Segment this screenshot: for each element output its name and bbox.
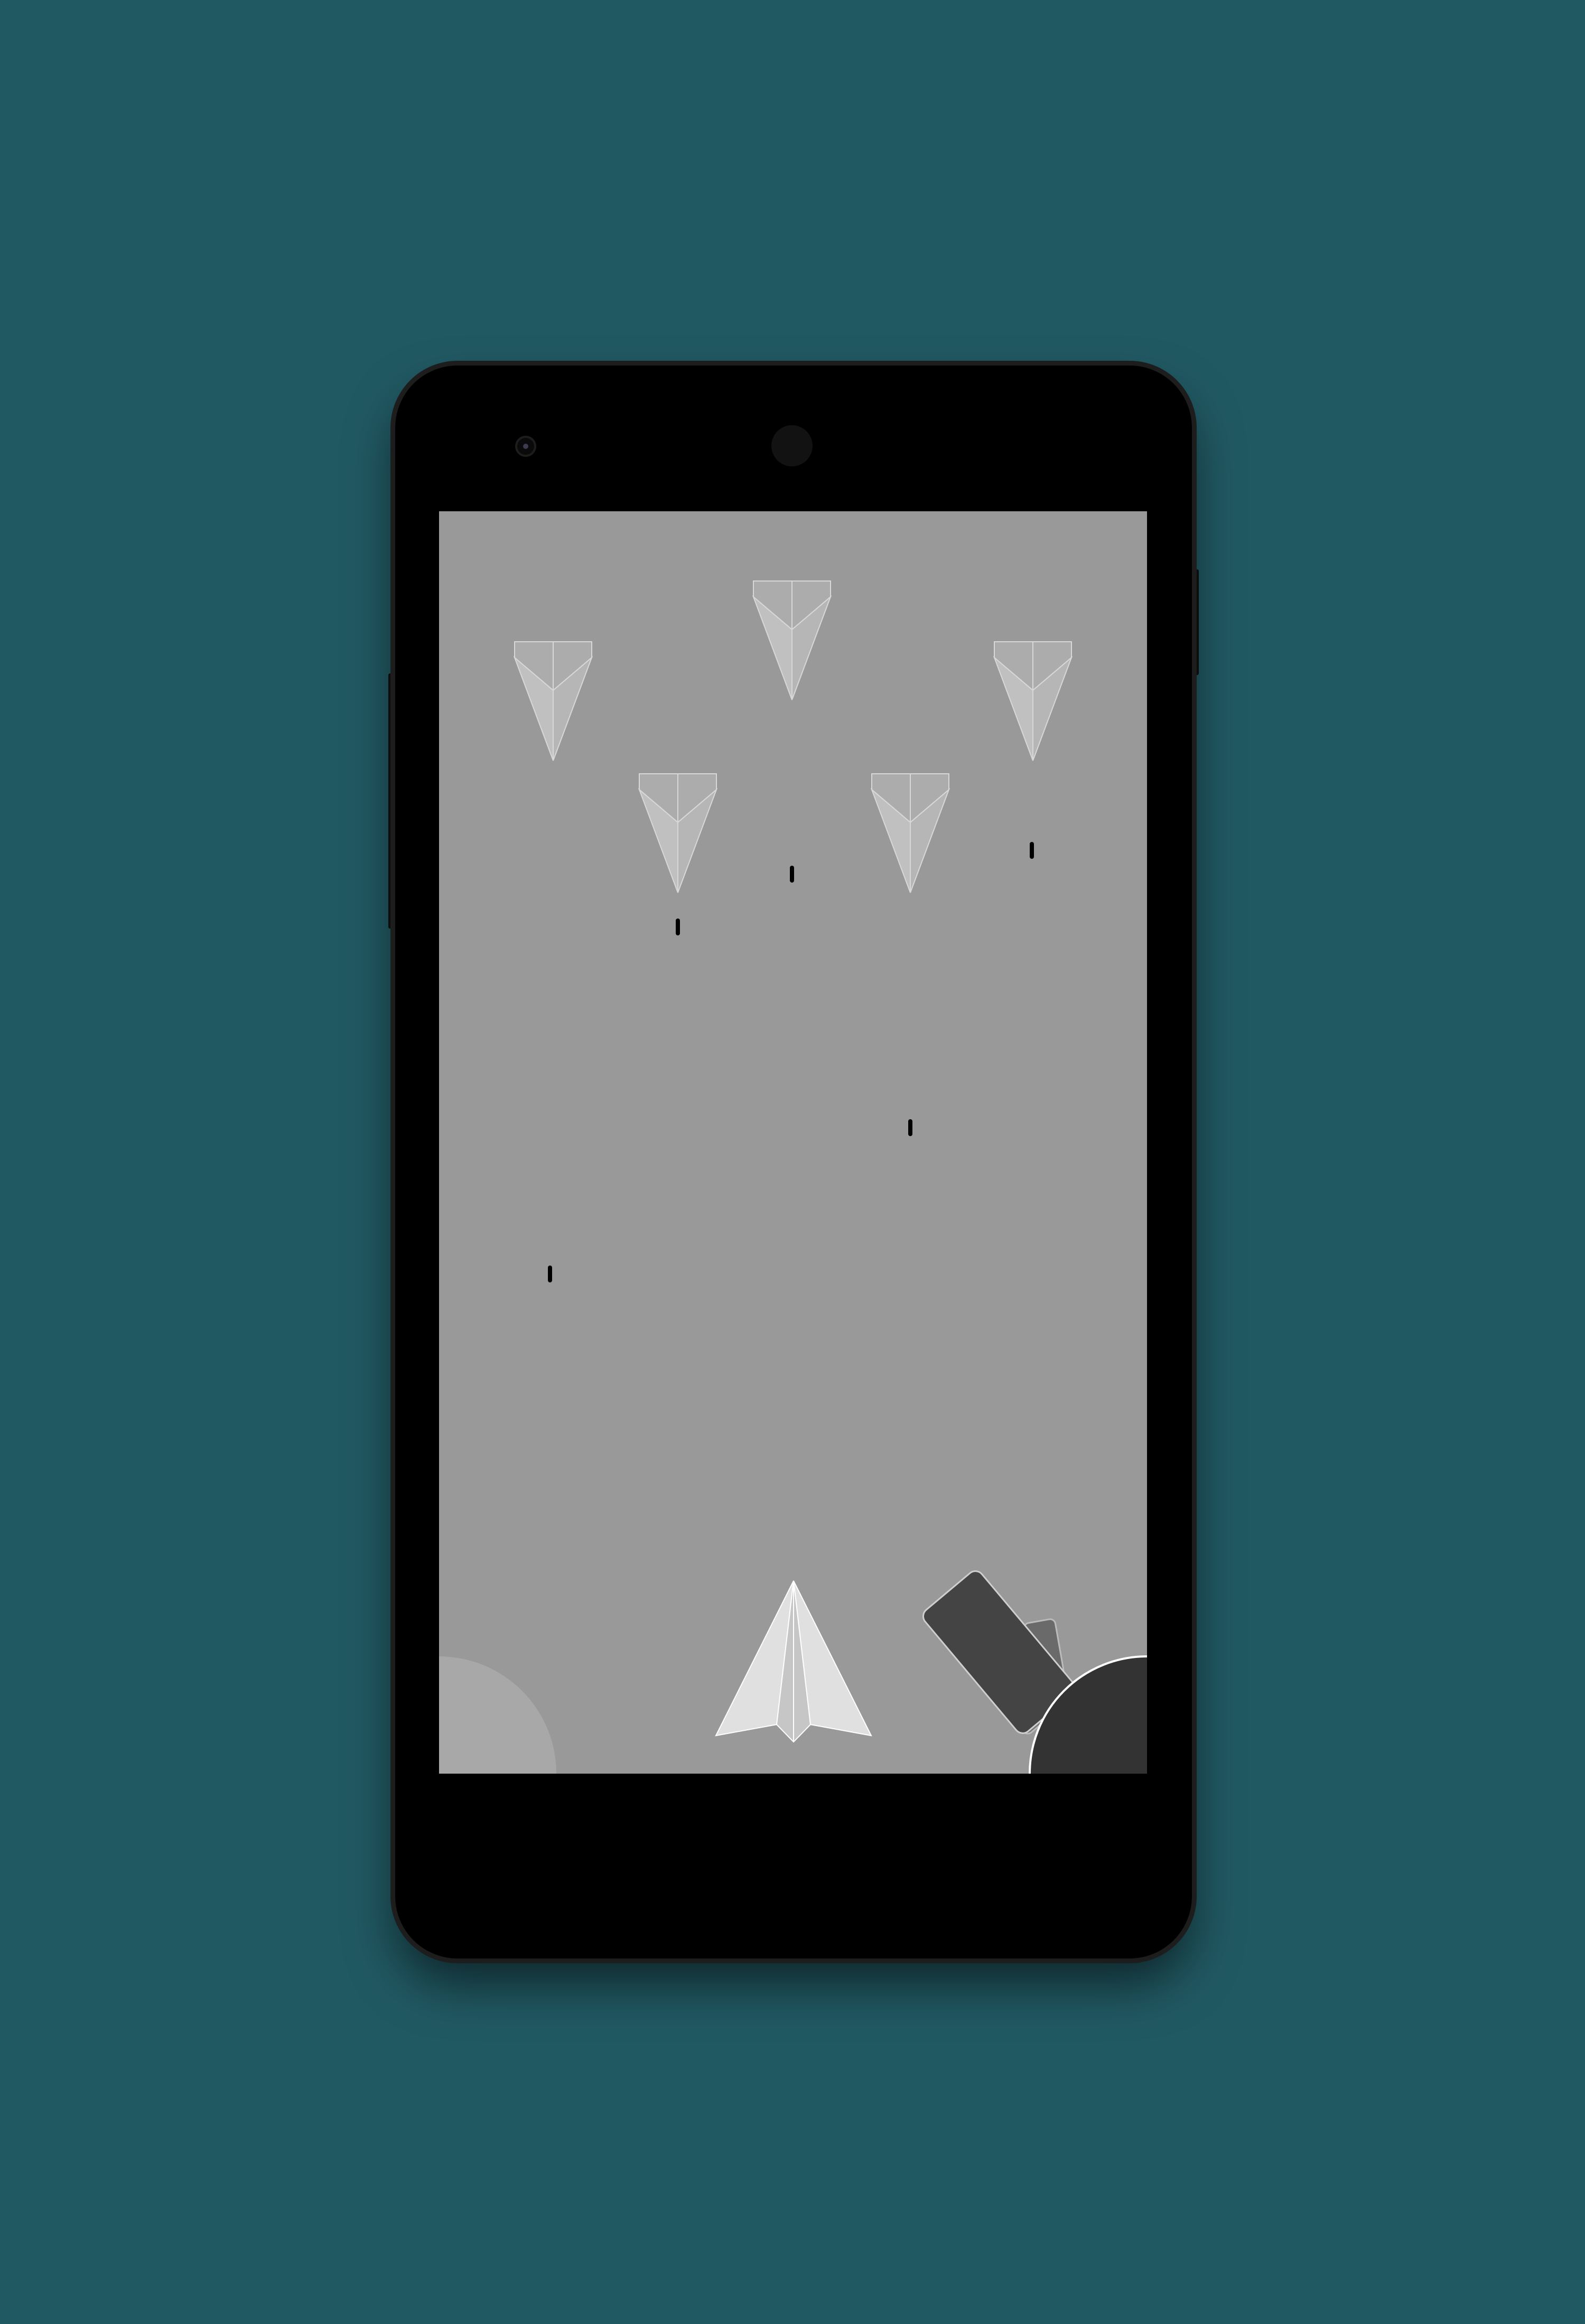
enemy-paper-plane-icon — [752, 580, 832, 700]
bullet-layer — [548, 842, 1034, 1282]
bullet — [676, 919, 680, 935]
enemy-paper-plane-icon — [513, 641, 593, 761]
bullet — [1030, 842, 1034, 859]
sensor-icon — [515, 436, 536, 457]
bullet — [790, 866, 794, 883]
game-screen[interactable] — [439, 511, 1147, 1774]
cannon-icon[interactable] — [920, 1568, 1147, 1774]
player-paper-plane-icon — [715, 1580, 872, 1743]
bullet — [908, 1119, 912, 1136]
bullet — [548, 1266, 552, 1282]
front-camera-icon — [771, 425, 813, 466]
enemy-formation — [513, 580, 1073, 893]
joystick-pad[interactable] — [439, 1656, 556, 1774]
enemy-paper-plane-icon — [870, 773, 950, 893]
enemy-paper-plane-icon — [638, 773, 718, 893]
enemy-paper-plane-icon — [993, 641, 1073, 761]
game-canvas[interactable] — [439, 511, 1147, 1774]
